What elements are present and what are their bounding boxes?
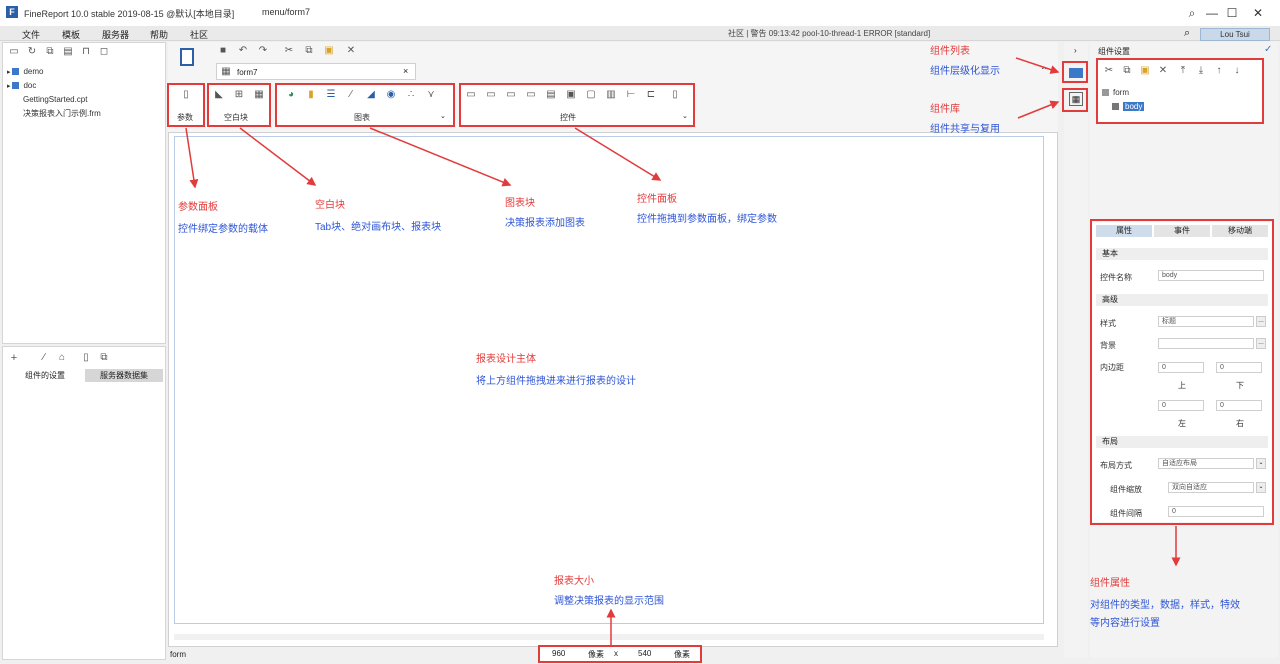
folder-icon (12, 82, 20, 90)
close-tab-icon[interactable]: × (403, 66, 408, 76)
highlight-widget (459, 83, 695, 127)
maximize-button[interactable]: ☐ (1222, 5, 1242, 21)
horizontal-scrollbar[interactable] (174, 634, 1044, 640)
folder-icon (12, 68, 20, 76)
highlight-size (538, 645, 702, 663)
locate-icon[interactable]: ◻ (99, 47, 109, 57)
annotation-size-title: 报表大小 (554, 576, 594, 587)
annotation-attr-desc-2: 等内容进行设置 (1090, 618, 1160, 629)
annotation-lib-title: 组件库 (930, 104, 960, 115)
cut-icon[interactable]: ✂ (284, 46, 294, 56)
copy-icon[interactable]: ⧉ (45, 47, 55, 57)
annotation-attr-title: 组件属性 (1090, 578, 1130, 589)
menu-template[interactable]: 模板 (62, 28, 80, 41)
highlight-param (167, 83, 205, 127)
delete-icon[interactable]: ▤ (63, 47, 73, 57)
highlight-chart (275, 83, 455, 127)
edit-icon[interactable]: ∕ (39, 353, 49, 363)
annotation-param-title: 参数面板 (178, 202, 218, 213)
close-button[interactable]: ✕ (1248, 5, 1268, 21)
annotation-body-title: 报表设计主体 (476, 354, 536, 365)
right-panel-header: 组件设置 (1098, 47, 1130, 56)
annotation-size-desc: 调整决策报表的显示范围 (554, 596, 664, 607)
refresh-icon[interactable]: ↻ (27, 47, 37, 57)
editor-tab[interactable]: ▦ form7 × (216, 63, 416, 80)
user-button[interactable]: Lou Tsui (1200, 28, 1270, 41)
annotation-blank-desc: Tab块、绝对画布块、报表块 (315, 222, 442, 233)
side-strip: ▦ (1064, 42, 1088, 658)
new-file-icon[interactable]: ▭ (9, 47, 19, 57)
menu-community[interactable]: 社区 (190, 28, 208, 41)
tree-item-doc[interactable]: ▸ doc (7, 81, 36, 90)
tab-server-dataset[interactable]: 服务器数据集 (85, 369, 163, 382)
redo-icon[interactable]: ↷ (258, 46, 268, 56)
tab-template-dataset[interactable]: 组件的设置 (7, 369, 83, 382)
annotation-widget-desc: 控件拖拽到参数面板，绑定参数 (637, 214, 777, 225)
document-path: menu/form7 (262, 7, 311, 17)
lock-icon[interactable]: ⊓ (81, 47, 91, 57)
menu-file[interactable]: 文件 (22, 28, 40, 41)
annotation-widget-title: 控件面板 (637, 194, 677, 205)
minimize-button[interactable]: — (1202, 5, 1222, 21)
highlight-blank (207, 83, 271, 127)
layout-view-icon[interactable] (180, 48, 194, 66)
preview-icon[interactable]: ▯ (81, 353, 91, 363)
copy-icon[interactable]: ⧉ (99, 353, 109, 363)
annotation-list-title: 组件列表 (930, 46, 970, 57)
delete-icon[interactable]: ✕ (346, 46, 356, 56)
app-title: FineReport 10.0 stable 2019-08-15 @默认[本地… (24, 9, 235, 19)
paste-icon[interactable]: ▣ (324, 46, 334, 56)
tree-item-cpt[interactable]: GettingStarted.cpt (23, 95, 87, 104)
highlight-widget-library (1062, 88, 1088, 112)
template-tree-panel: ▭ ↻ ⧉ ▤ ⊓ ◻ ▸ demo ▸ doc GettingStarted.… (2, 42, 166, 344)
highlight-widget-tree (1096, 58, 1264, 124)
annotation-chart-desc: 决策报表添加图表 (505, 218, 585, 229)
annotation-param-desc: 控件绑定参数的载体 (178, 224, 268, 235)
save-icon[interactable]: ■ (218, 46, 228, 56)
footer-form-label: form (170, 650, 186, 659)
editor-tab-title: form7 (237, 68, 258, 77)
annotation-list-desc: 组件层级化显示 (930, 66, 1000, 77)
form-icon: ▦ (221, 66, 231, 77)
collapse-icon[interactable]: ⌃ (1040, 66, 1048, 77)
menu-server[interactable]: 服务器 (102, 28, 129, 41)
tree-item-demo[interactable]: ▸ demo (7, 67, 43, 76)
highlight-attribute (1090, 219, 1274, 525)
collapse-arrow-icon[interactable]: › (1074, 46, 1077, 55)
highlight-widget-list (1062, 61, 1088, 83)
copy-icon[interactable]: ⧉ (304, 46, 314, 56)
search-icon[interactable]: ⌕ (1184, 27, 1190, 40)
delete-icon[interactable]: ⌂ (57, 353, 67, 363)
dataset-panel: + ∕ ⌂ ▯ ⧉ 组件的设置 服务器数据集 (2, 346, 166, 660)
check-icon[interactable]: ✓ (1264, 44, 1272, 55)
annotation-attr-desc-1: 对组件的类型，数据，样式，特效 (1090, 600, 1240, 611)
menu-help[interactable]: 帮助 (150, 28, 168, 41)
undo-icon[interactable]: ↶ (238, 46, 248, 56)
annotation-body-desc: 将上方组件拖拽进来进行报表的设计 (476, 376, 636, 387)
add-icon[interactable]: + (9, 353, 19, 364)
status-info: 社区 | 警告 09:13:42 pool-10-thread-1 ERROR … (728, 29, 931, 38)
search-icon[interactable]: ⌕ (1182, 5, 1202, 21)
app-logo: F (6, 6, 18, 18)
annotation-chart-title: 图表块 (505, 198, 535, 209)
annotation-blank-title: 空白块 (315, 200, 345, 211)
tree-item-frm[interactable]: 决策报表入门示例.frm (23, 108, 101, 119)
annotation-lib-desc: 组件共享与复用 (930, 124, 1000, 135)
